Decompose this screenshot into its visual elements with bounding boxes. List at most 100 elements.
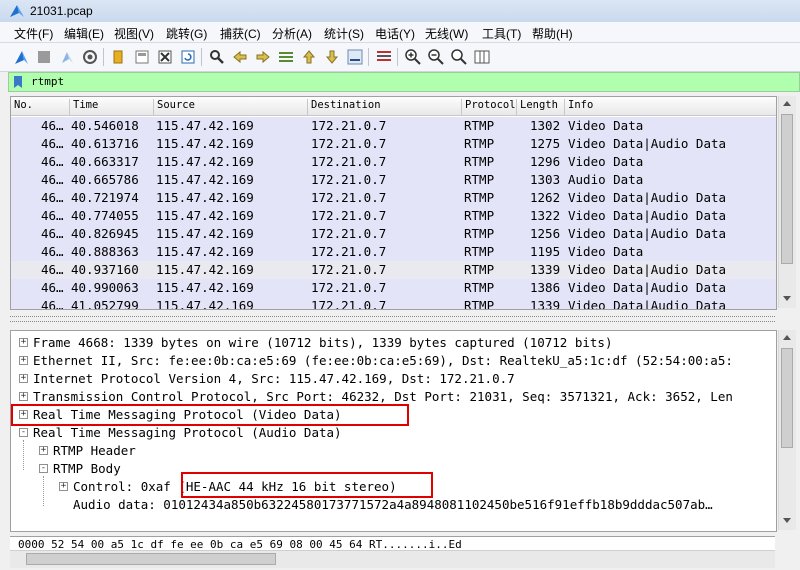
- tree-line: [43, 476, 44, 506]
- packet-row[interactable]: 46… 40.613716 115.47.42.169 172.21.0.7 RTMP 1…: [11, 135, 776, 153]
- packet-cell-dst: 172.21.0.7: [311, 172, 387, 187]
- column-header-length[interactable]: Length: [516, 99, 558, 115]
- packet-cell-info: Video Data: [568, 118, 644, 133]
- packet-cell-no: 46…: [41, 298, 64, 310]
- packet-cell-time: 40.826945: [71, 226, 139, 241]
- expand-icon[interactable]: +: [39, 446, 48, 455]
- collapse-icon[interactable]: -: [19, 428, 28, 437]
- packet-cell-dst: 172.21.0.7: [311, 298, 387, 310]
- packet-cell-proto: RTMP: [464, 226, 495, 241]
- collapse-icon[interactable]: -: [39, 464, 48, 473]
- packet-cell-proto: RTMP: [464, 262, 495, 277]
- packet-row[interactable]: 46… 41.052799 115.47.42.169 172.21.0.7 RTMP 1…: [11, 297, 776, 310]
- column-header-no[interactable]: No.: [11, 99, 33, 115]
- packet-cell-len: 1386: [530, 280, 561, 295]
- packet-row[interactable]: 46… 40.546018 115.47.42.169 172.21.0.7 RTMP 1…: [11, 117, 776, 135]
- tree-node-rtmp-audio[interactable]: - Real Time Messaging Protocol (Audio Dat…: [11, 424, 776, 442]
- reload-file-icon[interactable]: [179, 48, 197, 66]
- start-capture-icon[interactable]: [12, 48, 30, 66]
- packet-row[interactable]: 46… 40.663317 115.47.42.169 172.21.0.7 RTMP 1…: [11, 153, 776, 171]
- packet-row[interactable]: 46… 40.665786 115.47.42.169 172.21.0.7 RTMP 1…: [11, 171, 776, 189]
- zoom-out-icon[interactable]: [427, 48, 445, 66]
- display-filter-input[interactable]: rtmpt: [31, 75, 64, 88]
- menu-telephony[interactable]: 电话(Y): [375, 25, 415, 42]
- colorize-icon[interactable]: [375, 48, 393, 66]
- tree-node-audio-data[interactable]: Audio data: 01012434a850b632245801737715…: [11, 496, 776, 514]
- menu-view[interactable]: 视图(V): [114, 25, 154, 42]
- tree-node-ipv4[interactable]: + Internet Protocol Version 4, Src: 115.4…: [11, 370, 776, 388]
- packet-cell-len: 1195: [530, 244, 561, 259]
- scrollbar-thumb[interactable]: [26, 553, 276, 565]
- packet-cell-src: 115.47.42.169: [156, 244, 254, 259]
- scroll-up-icon[interactable]: [783, 101, 791, 106]
- packet-row[interactable]: 46… 40.826945 115.47.42.169 172.21.0.7 RTMP 1…: [11, 225, 776, 243]
- menu-edit[interactable]: 编辑(E): [64, 25, 104, 42]
- expand-icon[interactable]: +: [19, 356, 28, 365]
- zoom-in-icon[interactable]: [404, 48, 422, 66]
- expand-icon[interactable]: +: [19, 338, 28, 347]
- packet-cell-src: 115.47.42.169: [156, 262, 254, 277]
- pane-splitter[interactable]: [10, 316, 775, 322]
- display-filter-bar[interactable]: rtmpt: [8, 72, 800, 92]
- column-header-protocol[interactable]: Protocol: [461, 99, 516, 115]
- column-header-source[interactable]: Source: [153, 99, 195, 115]
- title-bar: 21031.pcap: [0, 0, 800, 23]
- scroll-up-icon[interactable]: [783, 335, 791, 340]
- horizontal-scrollbar[interactable]: [10, 550, 775, 568]
- menu-tools[interactable]: 工具(T): [482, 25, 521, 42]
- packet-cell-info: Video Data: [568, 244, 644, 259]
- menu-analyze[interactable]: 分析(A): [272, 25, 312, 42]
- bookmark-icon[interactable]: [13, 75, 23, 89]
- close-file-icon[interactable]: [156, 48, 174, 66]
- go-first-packet-icon[interactable]: [300, 48, 318, 66]
- column-header-info[interactable]: Info: [564, 99, 593, 115]
- auto-scroll-icon[interactable]: [346, 48, 364, 66]
- packet-row[interactable]: 46… 40.888363 115.47.42.169 172.21.0.7 RTMP 1…: [11, 243, 776, 261]
- packet-list-scrollbar[interactable]: [778, 96, 796, 308]
- packet-cell-no: 46…: [41, 190, 64, 205]
- resize-columns-icon[interactable]: [473, 48, 491, 66]
- tree-node-frame[interactable]: + Frame 4668: 1339 bytes on wire (10712 b…: [11, 334, 776, 352]
- expand-icon[interactable]: +: [19, 392, 28, 401]
- packet-row[interactable]: 46… 40.937160 115.47.42.169 172.21.0.7 RTMP 1…: [11, 261, 776, 279]
- save-file-icon[interactable]: [133, 48, 151, 66]
- packet-row[interactable]: 46… 40.774055 115.47.42.169 172.21.0.7 RTMP 1…: [11, 207, 776, 225]
- packet-row[interactable]: 46… 40.990063 115.47.42.169 172.21.0.7 RTMP 1…: [11, 279, 776, 297]
- menu-capture[interactable]: 捕获(C): [220, 25, 261, 42]
- column-header-destination[interactable]: Destination: [307, 99, 381, 115]
- packet-row[interactable]: 46… 40.721974 115.47.42.169 172.21.0.7 RTMP 1…: [11, 189, 776, 207]
- go-to-packet-icon[interactable]: [277, 48, 295, 66]
- go-forward-icon[interactable]: [254, 48, 272, 66]
- menu-go[interactable]: 跳转(G): [166, 25, 207, 42]
- packet-cell-len: 1339: [530, 262, 561, 277]
- packet-cell-time: 40.937160: [71, 262, 139, 277]
- scrollbar-thumb[interactable]: [781, 114, 793, 264]
- details-scrollbar[interactable]: [778, 330, 796, 530]
- expand-icon[interactable]: +: [59, 482, 68, 491]
- packet-cell-no: 46…: [41, 280, 64, 295]
- scroll-down-icon[interactable]: [783, 296, 791, 301]
- packet-cell-time: 40.888363: [71, 244, 139, 259]
- menu-file[interactable]: 文件(F): [14, 25, 53, 42]
- restart-capture-icon[interactable]: [58, 48, 76, 66]
- menu-help[interactable]: 帮助(H): [532, 25, 573, 42]
- scrollbar-thumb[interactable]: [781, 348, 793, 448]
- normal-size-icon[interactable]: [450, 48, 468, 66]
- scroll-down-icon[interactable]: [783, 518, 791, 523]
- menu-statistics[interactable]: 统计(S): [324, 25, 364, 42]
- packet-cell-proto: RTMP: [464, 280, 495, 295]
- menu-wireless[interactable]: 无线(W): [425, 25, 468, 42]
- tree-node-rtmp-header[interactable]: + RTMP Header: [11, 442, 776, 460]
- expand-icon[interactable]: +: [19, 374, 28, 383]
- open-file-icon[interactable]: [110, 48, 128, 66]
- tree-node-ethernet[interactable]: + Ethernet II, Src: fe:ee:0b:ca:e5:69 (fe…: [11, 352, 776, 370]
- tree-line: [23, 440, 24, 470]
- go-last-packet-icon[interactable]: [323, 48, 341, 66]
- find-packet-icon[interactable]: [208, 48, 226, 66]
- capture-options-icon[interactable]: [81, 48, 99, 66]
- column-header-time[interactable]: Time: [69, 99, 98, 115]
- go-back-icon[interactable]: [231, 48, 249, 66]
- packet-cell-proto: RTMP: [464, 172, 495, 187]
- toolbar-separator: [368, 48, 369, 66]
- stop-capture-icon[interactable]: [35, 48, 53, 66]
